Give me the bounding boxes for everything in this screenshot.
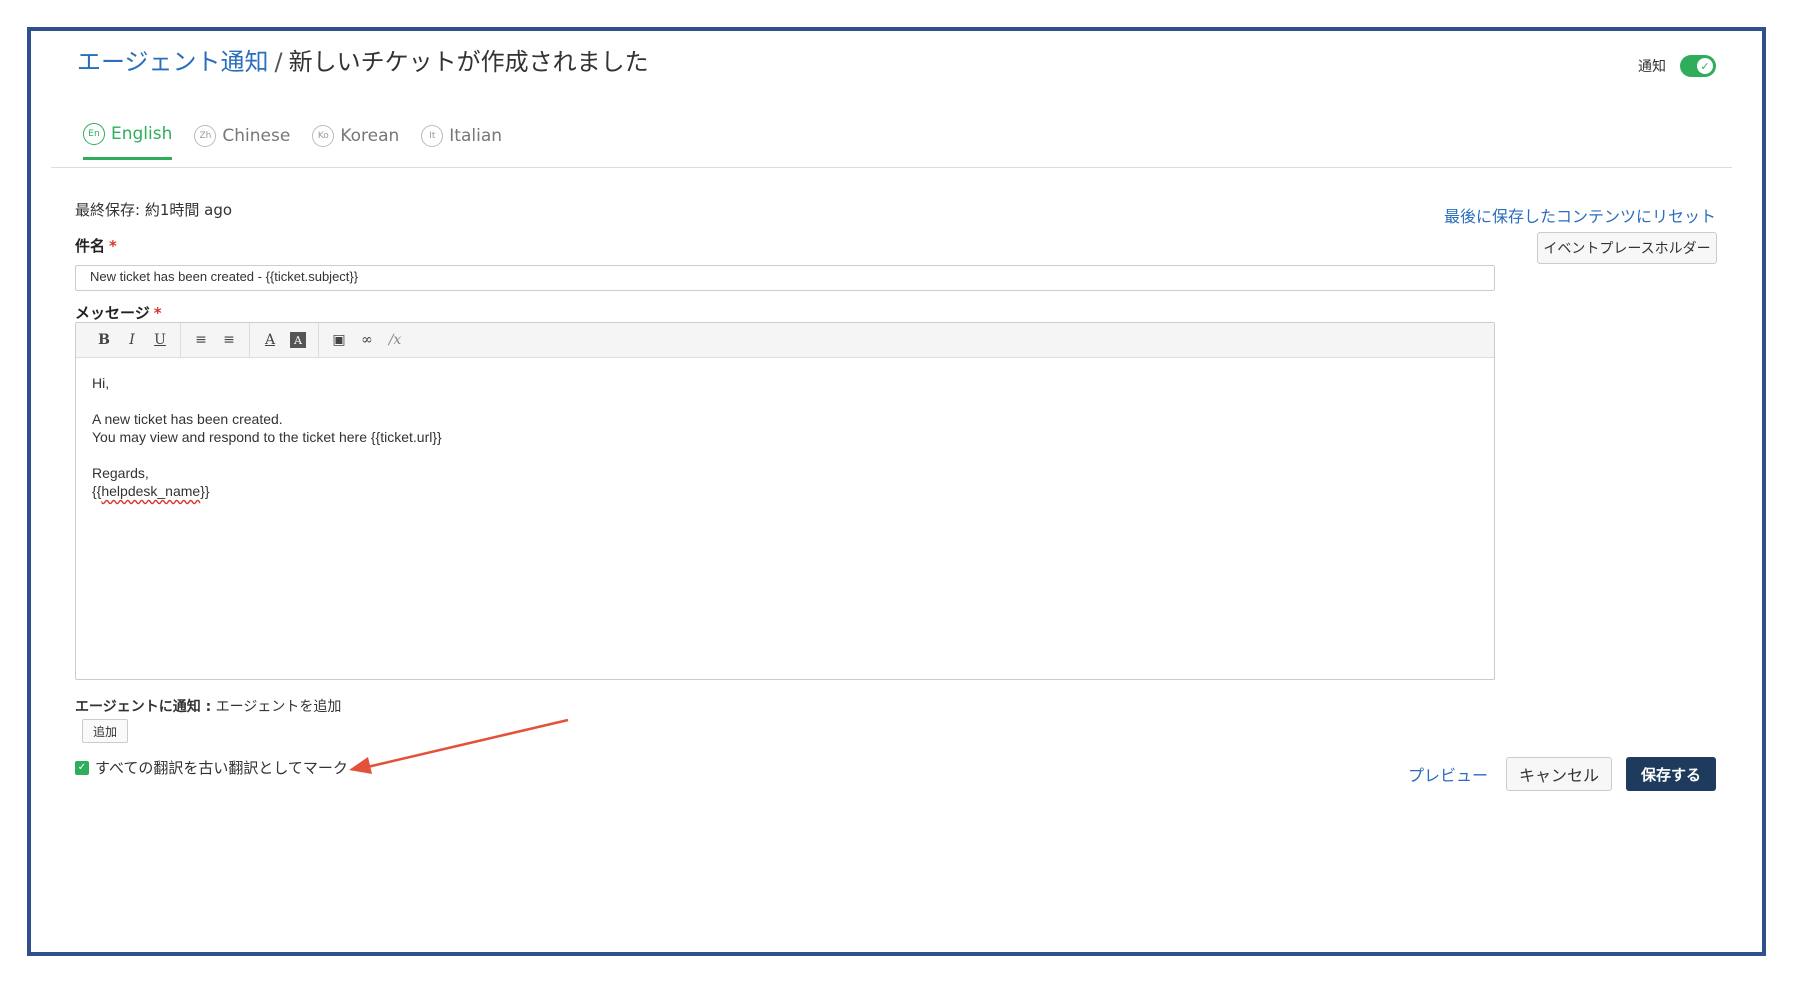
image-icon[interactable]: ▣ bbox=[325, 327, 353, 353]
message-line: You may view and respond to the ticket h… bbox=[92, 429, 442, 445]
notify-agents-hint: エージェントを追加 bbox=[215, 699, 342, 715]
message-body[interactable]: Hi, A new ticket has been created. You m… bbox=[76, 358, 1494, 516]
annotation-arrow-shaft bbox=[362, 718, 569, 770]
preview-link[interactable]: プレビュー bbox=[1408, 762, 1488, 786]
message-editor: B I U ≡ ≡ A A ▣ ∞ ∕x Hi, A new ticket ha… bbox=[75, 322, 1495, 680]
event-placeholder-button[interactable]: イベントプレースホルダー bbox=[1537, 232, 1717, 264]
notify-toggle-group: 通知 ✓ bbox=[1638, 55, 1716, 77]
language-tabs: En English Zh Chinese Ko Korean It Itali… bbox=[83, 123, 502, 160]
toolbar-group-text: B I U bbox=[84, 323, 181, 357]
link-icon[interactable]: ∞ bbox=[353, 327, 381, 353]
save-button[interactable]: 保存する bbox=[1626, 757, 1716, 791]
add-agent-button[interactable]: 追加 bbox=[82, 719, 128, 743]
notify-agents-label: エージェントに通知 : bbox=[75, 699, 212, 715]
message-label: メッセージ * bbox=[75, 302, 162, 323]
tab-korean[interactable]: Ko Korean bbox=[312, 123, 399, 160]
language-code-badge: Zh bbox=[194, 124, 217, 147]
notify-label: 通知 bbox=[1638, 59, 1666, 75]
last-saved-text: 最終保存: 約1時間 ago bbox=[75, 201, 233, 219]
required-mark: * bbox=[153, 304, 162, 322]
numbered-list-icon[interactable]: ≡ bbox=[215, 327, 243, 353]
cancel-button[interactable]: キャンセル bbox=[1506, 757, 1612, 791]
language-code-badge: Ko bbox=[312, 124, 335, 147]
message-line bbox=[92, 446, 1478, 464]
tab-english[interactable]: En English bbox=[83, 123, 173, 160]
language-code-badge: En bbox=[83, 123, 105, 145]
toolbar-group-color: A A bbox=[250, 323, 319, 357]
tab-chinese[interactable]: Zh Chinese bbox=[194, 123, 290, 160]
background-color-icon[interactable]: A bbox=[290, 332, 306, 348]
subject-label-text: 件名 bbox=[75, 237, 106, 255]
underline-icon[interactable]: U bbox=[146, 327, 174, 353]
tab-label: Italian bbox=[449, 125, 503, 146]
toolbar-group-insert: ▣ ∞ ∕x bbox=[319, 323, 415, 357]
message-line: Regards, bbox=[92, 465, 149, 481]
form-actions: プレビュー キャンセル 保存する bbox=[1408, 757, 1716, 791]
message-line: Hi, bbox=[92, 375, 110, 391]
reset-to-saved-link[interactable]: 最後に保存したコンテンツにリセット bbox=[1444, 203, 1716, 227]
breadcrumb-parent-link[interactable]: エージェント通知 bbox=[77, 48, 269, 76]
message-label-text: メッセージ bbox=[75, 304, 150, 322]
tabs-divider bbox=[51, 167, 1732, 168]
bulleted-list-icon[interactable]: ≡ bbox=[187, 327, 215, 353]
notify-toggle[interactable]: ✓ bbox=[1680, 55, 1716, 77]
tab-label: Korean bbox=[340, 125, 400, 146]
tab-label: Chinese bbox=[222, 125, 291, 146]
required-mark: * bbox=[109, 237, 117, 255]
clear-format-icon[interactable]: ∕x bbox=[381, 327, 409, 353]
editor-toolbar: B I U ≡ ≡ A A ▣ ∞ ∕x bbox=[76, 323, 1494, 358]
annotation-arrow bbox=[349, 718, 569, 774]
breadcrumb-separator: / bbox=[274, 48, 283, 76]
subject-input[interactable]: New ticket has been created - {{ticket.s… bbox=[75, 265, 1495, 291]
tab-label: English bbox=[111, 124, 173, 144]
message-line: A new ticket has been created. bbox=[92, 411, 283, 427]
breadcrumb-current: 新しいチケットが作成されました bbox=[288, 48, 649, 76]
italic-icon[interactable]: I bbox=[118, 327, 146, 353]
mark-outdated-label[interactable]: すべての翻訳を古い翻訳としてマーク bbox=[95, 757, 348, 778]
tab-italian[interactable]: It Italian bbox=[421, 123, 502, 160]
mark-outdated-checkbox[interactable]: ✓ bbox=[75, 760, 89, 775]
check-icon: ✓ bbox=[1697, 58, 1713, 74]
toolbar-group-lists: ≡ ≡ bbox=[181, 323, 250, 357]
page-title: エージェント通知 / 新しいチケットが作成されました bbox=[77, 42, 649, 77]
message-line bbox=[92, 392, 1478, 410]
notify-agents-row: エージェントに通知 : エージェントを追加 bbox=[75, 696, 341, 716]
placeholder-brace-open: {{ bbox=[92, 483, 102, 499]
bold-icon[interactable]: B bbox=[90, 327, 118, 353]
annotation-arrow-head bbox=[349, 757, 372, 774]
subject-label: 件名 * bbox=[75, 235, 117, 256]
mark-outdated-row: ✓ すべての翻訳を古い翻訳としてマーク bbox=[75, 757, 348, 778]
misspelled-word: helpdesk_name bbox=[101, 483, 201, 499]
font-color-icon[interactable]: A bbox=[256, 327, 284, 353]
main-panel: エージェント通知 / 新しいチケットが作成されました 通知 ✓ En English… bbox=[27, 27, 1766, 956]
placeholder-brace-close: }} bbox=[200, 483, 210, 499]
language-code-badge: It bbox=[421, 124, 444, 147]
message-line: {{helpdesk_name}} bbox=[92, 482, 1478, 500]
